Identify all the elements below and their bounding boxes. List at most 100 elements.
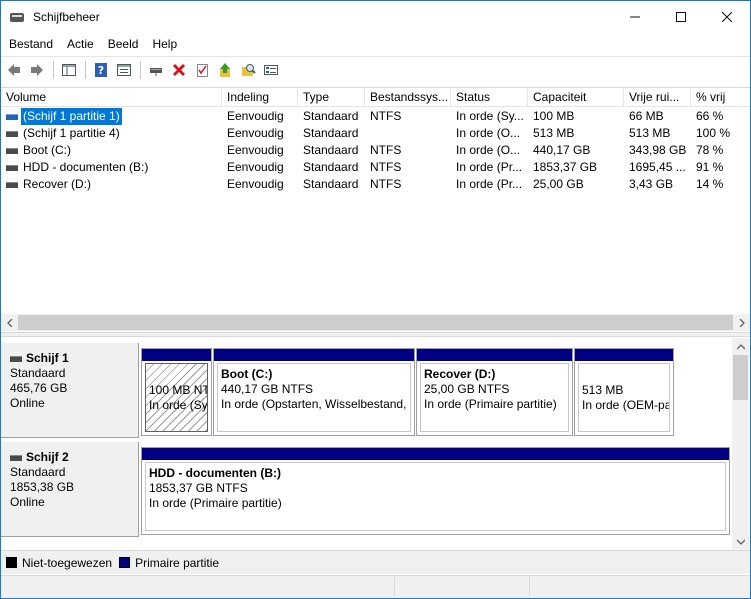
partition-status: In orde (Primaire partitie): [424, 397, 557, 411]
volume-icon: [6, 181, 18, 188]
disk-management-window: Schijfbeheer Bestand Actie Beeld Help ? …: [0, 0, 751, 599]
connect-button[interactable]: [145, 59, 167, 81]
cell-pct-vrij: 100 %: [696, 126, 731, 140]
scroll-right-button[interactable]: [733, 314, 750, 331]
menu-bestand[interactable]: Bestand: [1, 33, 60, 55]
menu-bar: Bestand Actie Beeld Help: [1, 33, 750, 55]
partition-size: 100 MB NTFS: [149, 383, 207, 397]
partition-name: Recover (D:): [424, 367, 496, 381]
disk-state: Online: [10, 495, 45, 509]
partition-status: In orde (Opstarten, Wisselbestand, Crash…: [221, 397, 410, 411]
menu-help[interactable]: Help: [145, 33, 184, 55]
console-tree-button[interactable]: [58, 59, 80, 81]
volume-list-header: Volume Indeling Type Bestandssys... Stat…: [1, 88, 750, 107]
pane-splitter[interactable]: [1, 332, 750, 337]
column-header-vrije-ruimte[interactable]: Vrije rui...: [624, 88, 691, 107]
search-button[interactable]: [237, 59, 259, 81]
partition[interactable]: Recover (D:) 25,00 GB NTFS In orde (Prim…: [416, 348, 573, 436]
disk-graphical-view: Schijf 1 Standaard 465,76 GB Online 100 …: [1, 338, 750, 550]
volume-icon: [6, 130, 18, 137]
status-bar: [1, 575, 750, 598]
settings-button[interactable]: [260, 59, 282, 81]
cell-indeling: Eenvoudig: [227, 109, 284, 123]
vertical-scroll-thumb[interactable]: [733, 355, 748, 400]
disk-type: Standaard: [10, 366, 66, 380]
scroll-up-button[interactable]: [732, 338, 749, 355]
scroll-down-button[interactable]: [732, 533, 749, 550]
delete-icon: [172, 63, 186, 76]
disk-type: Standaard: [10, 465, 66, 479]
partition[interactable]: 513 MB In orde (OEM-partitie): [574, 348, 674, 436]
vertical-scrollbar[interactable]: [732, 338, 749, 550]
help-button[interactable]: ?: [90, 59, 112, 81]
column-header-status[interactable]: Status: [451, 88, 528, 107]
table-row[interactable]: Recover (D:) Eenvoudig Standaard NTFS In…: [1, 176, 750, 193]
partition[interactable]: HDD - documenten (B:) 1853,37 GB NTFS In…: [141, 447, 730, 535]
partition-bar: [417, 349, 572, 361]
toolbar-separator: [140, 60, 141, 79]
partition[interactable]: Boot (C:) 440,17 GB NTFS In orde (Opstar…: [213, 348, 415, 436]
delete-button[interactable]: [168, 59, 190, 81]
help-icon: ?: [95, 62, 107, 77]
connect-icon: [150, 67, 162, 76]
menu-actie[interactable]: Actie: [60, 33, 101, 55]
scroll-left-button[interactable]: [1, 314, 18, 331]
cell-indeling: Eenvoudig: [227, 177, 284, 191]
table-row[interactable]: (Schijf 1 partitie 4) Eenvoudig Standaar…: [1, 125, 750, 142]
legend: Niet-toegewezen Primaire partitie: [1, 550, 750, 574]
cell-indeling: Eenvoudig: [227, 143, 284, 157]
window-title: Schijfbeheer: [33, 10, 100, 24]
column-header-indeling[interactable]: Indeling: [222, 88, 298, 107]
cell-status: In orde (Pr...: [456, 160, 523, 174]
volume-name: Recover (D:): [23, 177, 92, 191]
properties-button[interactable]: [113, 59, 135, 81]
search-icon: [242, 63, 256, 76]
up-button[interactable]: [214, 59, 236, 81]
close-button[interactable]: [704, 1, 750, 33]
volume-name: HDD - documenten (B:): [23, 160, 149, 174]
chevron-up-icon: [736, 343, 745, 349]
horizontal-scroll-thumb[interactable]: [18, 315, 733, 330]
cell-vrije-ruimte: 1695,45 ...: [629, 160, 686, 174]
checklist-button[interactable]: [191, 59, 213, 81]
volume-list: Volume Indeling Type Bestandssys... Stat…: [1, 87, 750, 332]
cell-type: Standaard: [303, 126, 359, 140]
minimize-button[interactable]: [612, 1, 658, 33]
cell-vrije-ruimte: 3,43 GB: [629, 177, 674, 191]
partition[interactable]: 100 MB NTFS In orde (Systeempartitie): [141, 348, 212, 436]
back-button[interactable]: [3, 59, 25, 81]
horizontal-scrollbar[interactable]: [1, 314, 750, 331]
table-row[interactable]: (Schijf 1 partitie 1) Eenvoudig Standaar…: [1, 108, 750, 125]
chevron-left-icon: [6, 318, 12, 327]
volume-icon: [6, 147, 18, 154]
table-row[interactable]: Boot (C:) Eenvoudig Standaard NTFS In or…: [1, 142, 750, 159]
cell-bestandssysteem: NTFS: [370, 177, 402, 191]
partition-size: 1853,37 GB NTFS: [149, 481, 248, 495]
disk-info[interactable]: Schijf 2 Standaard 1853,38 GB Online: [1, 442, 139, 537]
legend-swatch-primary: [119, 557, 131, 568]
cell-pct-vrij: 66 %: [696, 109, 724, 123]
minimize-icon: [630, 16, 640, 18]
forward-icon: [31, 63, 43, 76]
svg-text:?: ?: [98, 64, 104, 77]
cell-type: Standaard: [303, 177, 359, 191]
column-header-pct-vrij[interactable]: % vrij: [691, 88, 750, 107]
table-row[interactable]: HDD - documenten (B:) Eenvoudig Standaar…: [1, 159, 750, 176]
column-header-capaciteit[interactable]: Capaciteit: [528, 88, 624, 107]
forward-button[interactable]: [26, 59, 48, 81]
volume-list-rows: (Schijf 1 partitie 1) Eenvoudig Standaar…: [1, 108, 750, 193]
column-header-bestandssysteem[interactable]: Bestandssys...: [365, 88, 451, 107]
volume-name: (Schijf 1 partitie 4): [23, 126, 120, 140]
cell-vrije-ruimte: 66 MB: [629, 109, 664, 123]
cell-bestandssysteem: NTFS: [370, 143, 402, 157]
cell-bestandssysteem: [365, 125, 451, 142]
disk-info[interactable]: Schijf 1 Standaard 465,76 GB Online: [1, 343, 139, 438]
cell-capaciteit: 513 MB: [533, 126, 575, 140]
column-header-type[interactable]: Type: [298, 88, 365, 107]
partition-status: In orde (Systeempartitie): [149, 398, 208, 412]
maximize-button[interactable]: [658, 1, 704, 33]
volume-icon: [6, 113, 18, 120]
menu-beeld[interactable]: Beeld: [101, 33, 146, 55]
column-header-volume[interactable]: Volume: [1, 88, 222, 107]
cell-status: In orde (Sy...: [456, 109, 524, 123]
